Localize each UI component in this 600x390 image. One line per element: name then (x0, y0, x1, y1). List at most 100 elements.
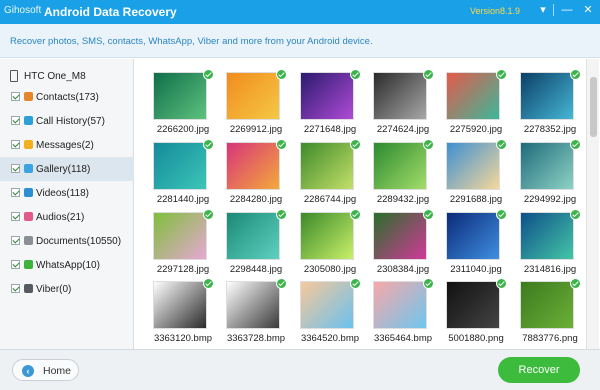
thumbnail-image[interactable] (226, 212, 280, 260)
thumbnail-image[interactable] (446, 212, 500, 260)
sidebar-item-documents[interactable]: Documents(10550) (0, 229, 134, 253)
recover-button[interactable]: Recover (498, 357, 580, 383)
scrollbar-thumb[interactable] (590, 77, 597, 137)
sidebar-item-whatsapp[interactable]: WhatsApp(10) (0, 253, 134, 277)
thumbnail-image[interactable] (153, 142, 207, 190)
gallery-grid: 2266200.jpg 2269912.jpg 2271648.jpg 2274624… (135, 59, 585, 349)
close-icon[interactable]: ✕ (576, 0, 600, 20)
check-icon[interactable] (570, 209, 581, 220)
sidebar-item-viber[interactable]: Viber(0) (0, 277, 134, 301)
check-icon[interactable] (496, 278, 507, 289)
thumbnail-image[interactable] (373, 142, 427, 190)
sidebar-item-audios[interactable]: Audios(21) (0, 205, 134, 229)
category-checkbox[interactable] (11, 116, 20, 125)
thumbnail-image[interactable] (300, 212, 354, 260)
category-checkbox[interactable] (11, 260, 20, 269)
category-checkbox[interactable] (11, 212, 20, 221)
thumbnail-image[interactable] (446, 142, 500, 190)
check-icon[interactable] (570, 278, 581, 289)
check-icon[interactable] (423, 209, 434, 220)
check-icon[interactable] (350, 209, 361, 220)
thumbnail-image[interactable] (520, 142, 574, 190)
sidebar-item-gallery[interactable]: Gallery(118) (0, 157, 134, 181)
check-icon[interactable] (496, 209, 507, 220)
file-name: 2275920.jpg (449, 124, 503, 135)
check-icon[interactable] (496, 69, 507, 80)
check-icon[interactable] (203, 278, 214, 289)
gallery-item[interactable]: 5001880.png (439, 278, 513, 349)
gallery-item[interactable]: 2298448.jpg (219, 209, 293, 282)
gallery-item[interactable]: 3365464.bmp (366, 278, 440, 349)
gallery-item[interactable]: 2294992.jpg (513, 139, 585, 212)
thumbnail-image[interactable] (373, 72, 427, 120)
gallery-item[interactable]: 2297128.jpg (146, 209, 220, 282)
check-icon[interactable] (496, 139, 507, 150)
thumbnail-image[interactable] (226, 72, 280, 120)
sidebar-item-videos[interactable]: Videos(118) (0, 181, 134, 205)
sidebar-item-contacts[interactable]: Contacts(173) (0, 85, 134, 109)
gallery-item[interactable]: 2269912.jpg (219, 69, 293, 142)
gallery-item[interactable]: 2314816.jpg (513, 209, 585, 282)
check-icon[interactable] (423, 139, 434, 150)
check-icon[interactable] (423, 69, 434, 80)
thumbnail-image[interactable] (300, 281, 354, 329)
device-item[interactable]: HTC One_M8 (0, 68, 134, 86)
check-icon[interactable] (276, 209, 287, 220)
scrollbar[interactable] (586, 59, 599, 349)
gallery-item[interactable]: 3363120.bmp (146, 278, 220, 349)
category-checkbox[interactable] (11, 92, 20, 101)
thumbnail-image[interactable] (520, 72, 574, 120)
check-icon[interactable] (276, 278, 287, 289)
thumbnail-image[interactable] (446, 72, 500, 120)
thumbnail-image[interactable] (300, 72, 354, 120)
gallery-item[interactable]: 2311040.jpg (439, 209, 513, 282)
gallery-item[interactable]: 2289432.jpg (366, 139, 440, 212)
sidebar-item-call-history[interactable]: Call History(57) (0, 109, 134, 133)
check-icon[interactable] (203, 209, 214, 220)
thumbnail-image[interactable] (373, 212, 427, 260)
check-icon[interactable] (570, 139, 581, 150)
title-bar: Gihosoft Android Data Recovery Version8.… (0, 0, 600, 24)
gallery-item[interactable]: 2284280.jpg (219, 139, 293, 212)
gallery-item[interactable]: 3364520.bmp (293, 278, 367, 349)
gallery-item[interactable]: 2274624.jpg (366, 69, 440, 142)
check-icon[interactable] (203, 69, 214, 80)
category-checkbox[interactable] (11, 284, 20, 293)
check-icon[interactable] (276, 69, 287, 80)
thumbnail-image[interactable] (520, 212, 574, 260)
check-icon[interactable] (276, 139, 287, 150)
check-icon[interactable] (203, 139, 214, 150)
thumbnail-image[interactable] (446, 281, 500, 329)
gallery-item[interactable]: 2278352.jpg (513, 69, 585, 142)
gallery-item[interactable]: 2286744.jpg (293, 139, 367, 212)
gallery-item[interactable]: 2275920.jpg (439, 69, 513, 142)
check-icon[interactable] (350, 278, 361, 289)
home-button[interactable]: ‹ Home (12, 359, 79, 381)
thumbnail-image[interactable] (153, 72, 207, 120)
gallery-item[interactable]: 2291688.jpg (439, 139, 513, 212)
category-checkbox[interactable] (11, 140, 20, 149)
gallery-item[interactable]: 2266200.jpg (146, 69, 220, 142)
category-checkbox[interactable] (11, 188, 20, 197)
gallery-item[interactable]: 2271648.jpg (293, 69, 367, 142)
gallery-item[interactable]: 7883776.png (513, 278, 585, 349)
thumbnail-image[interactable] (520, 281, 574, 329)
category-checkbox[interactable] (11, 164, 20, 173)
check-icon[interactable] (423, 278, 434, 289)
category-checkbox[interactable] (11, 236, 20, 245)
gallery-item[interactable]: 3363728.bmp (219, 278, 293, 349)
thumbnail-image[interactable] (153, 281, 207, 329)
chevron-down-icon[interactable]: ▾ (531, 0, 555, 20)
check-icon[interactable] (350, 139, 361, 150)
gallery-item[interactable]: 2305080.jpg (293, 209, 367, 282)
gallery-item[interactable]: 2308384.jpg (366, 209, 440, 282)
thumbnail-image[interactable] (300, 142, 354, 190)
thumbnail-image[interactable] (373, 281, 427, 329)
thumbnail-image[interactable] (226, 142, 280, 190)
thumbnail-image[interactable] (153, 212, 207, 260)
thumbnail-image[interactable] (226, 281, 280, 329)
gallery-item[interactable]: 2281440.jpg (146, 139, 220, 212)
check-icon[interactable] (350, 69, 361, 80)
sidebar-item-messages[interactable]: Messages(2) (0, 133, 134, 157)
check-icon[interactable] (570, 69, 581, 80)
